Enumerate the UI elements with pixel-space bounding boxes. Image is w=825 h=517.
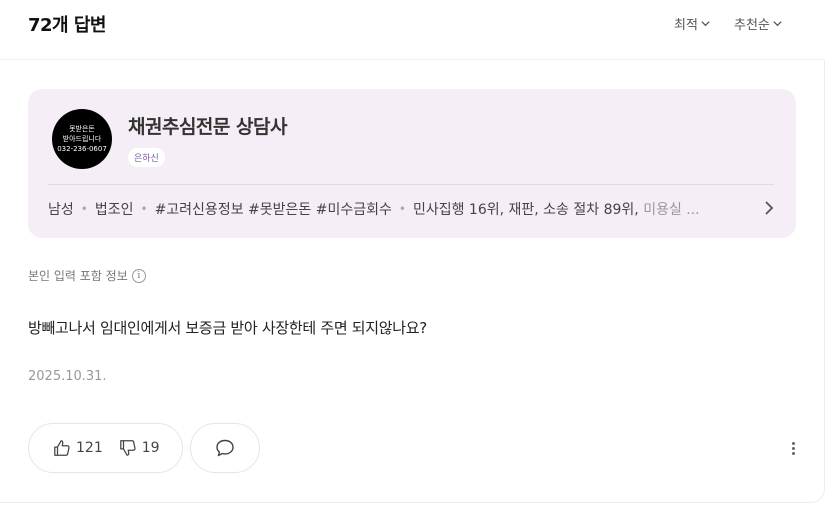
dislike-button[interactable]: 19: [119, 439, 160, 457]
chevron-right-icon[interactable]: [762, 200, 776, 216]
chevron-down-icon: [701, 21, 710, 27]
answers-header: 72개 답변 최적 추천순: [0, 0, 825, 60]
tag-hashtags: #고려신용정보 #못받은돈 #미수금회수: [154, 202, 392, 218]
info-icon[interactable]: i: [131, 268, 146, 283]
info-note: 본인 입력 포함 정보 i: [28, 267, 146, 284]
answerer-profile-card[interactable]: 못받은돈 받아드립니다 032-236-0607 채권추심전문 상담사 은하신 …: [28, 89, 796, 238]
more-dot: [791, 446, 795, 450]
tag-rank-fade: 미용실 ...: [643, 202, 700, 218]
like-count: 121: [76, 440, 103, 456]
tag-role: 법조인: [94, 202, 134, 218]
answerer-tags: 남성 • 법조인 • #고려신용정보 #못받은돈 #미수금회수 • 민사집행 1…: [48, 199, 748, 219]
avatar[interactable]: 못받은돈 받아드립니다 032-236-0607: [52, 109, 112, 169]
thumbs-down-icon: [119, 440, 136, 456]
tag-separator: •: [140, 202, 148, 216]
sort-recommend-dropdown[interactable]: 추천순: [734, 14, 783, 33]
profile-divider: [48, 184, 774, 185]
like-button[interactable]: 121: [53, 439, 103, 457]
avatar-text-line: 못받은돈: [69, 125, 95, 133]
answer-text: 방빼고나서 임대인에게서 보증금 받아 사장한테 주면 되지않나요?: [28, 319, 427, 337]
avatar-text-line: 받아드립니다: [62, 135, 102, 143]
tag-separator: •: [80, 202, 88, 216]
more-dot: [791, 451, 795, 455]
reaction-box: 121 19: [28, 423, 183, 473]
avatar-text-line: 032-236-0607: [57, 145, 107, 153]
tag-rank: 민사집행 16위, 재판, 소송 절차 89위,: [412, 202, 639, 218]
more-vertical-icon[interactable]: [787, 438, 799, 458]
tag-separator: •: [398, 202, 406, 216]
thumbs-up-icon: [54, 440, 70, 456]
answer-count: 72개 답변: [28, 15, 107, 36]
dislike-count: 19: [141, 440, 160, 456]
answerer-badge: 은하신: [128, 148, 165, 167]
chevron-down-icon: [773, 21, 782, 27]
sort-recommend-label: 추천순: [734, 18, 770, 33]
comment-button[interactable]: [190, 423, 260, 473]
info-note-label: 본인 입력 포함 정보: [28, 269, 128, 283]
answer-date: 2025.10.31.: [28, 369, 107, 384]
sort-latest-dropdown[interactable]: 최적: [674, 14, 711, 33]
tag-gender: 남성: [48, 202, 74, 218]
answerer-name[interactable]: 채권추심전문 상담사: [128, 112, 287, 139]
comment-icon: [216, 439, 234, 457]
sort-latest-label: 최적: [674, 18, 698, 33]
answer-card: 못받은돈 받아드립니다 032-236-0607 채권추심전문 상담사 은하신 …: [0, 60, 825, 503]
more-dot: [791, 441, 795, 445]
